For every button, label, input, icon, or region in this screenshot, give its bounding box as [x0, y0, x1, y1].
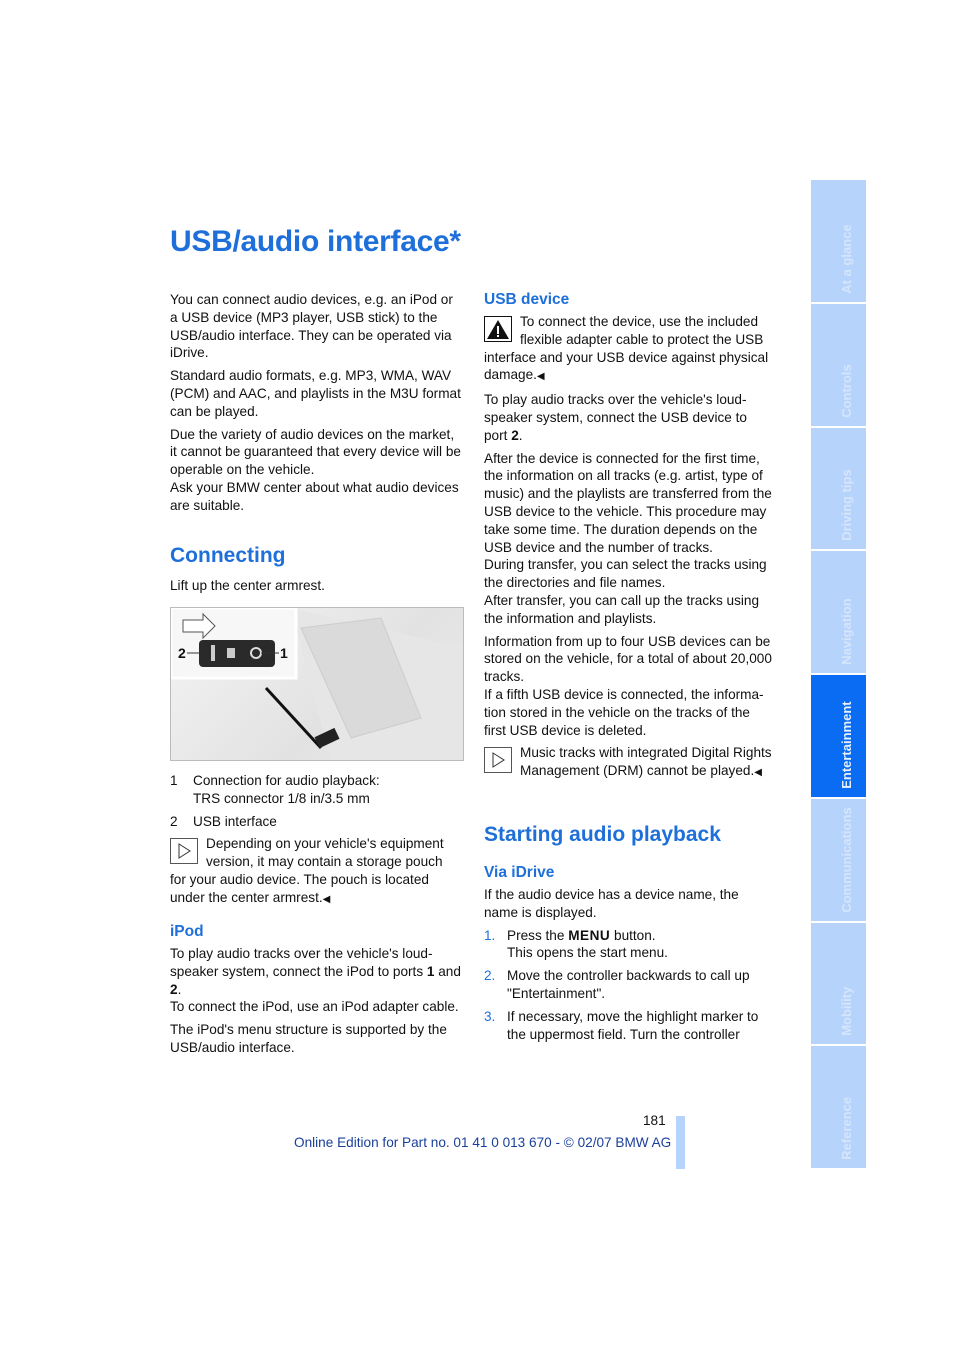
page-number: 181	[643, 1113, 666, 1128]
tab-label: Mobility	[838, 987, 854, 1037]
ipod-section: To play audio tracks over the vehicle's …	[170, 945, 462, 1062]
text: and	[434, 963, 461, 979]
note-text: Depending on your vehicle's equipment ve…	[170, 836, 444, 905]
tab-label: Driving tips	[838, 469, 854, 542]
tab-navigation[interactable]: Navigation	[811, 551, 866, 673]
usb-paragraph: Information from up to four USB devices …	[484, 633, 772, 685]
title-asterisk: *	[449, 225, 461, 258]
warning-icon	[484, 316, 512, 342]
usb-paragraph: To play audio tracks over the vehicle's …	[484, 391, 774, 444]
armrest-connector-figure: 2 1	[170, 607, 464, 761]
title-text: USB/audio interface	[170, 225, 450, 258]
tab-entertainment[interactable]: Entertainment	[811, 675, 866, 797]
legend-line: TRS connector 1/8 in/3.5 mm	[193, 790, 370, 806]
note-box: Music tracks with integrated Digital Rig…	[484, 744, 774, 782]
text: To play audio tracks over the vehicle's …	[170, 946, 433, 979]
end-mark-icon: ◀	[322, 893, 331, 905]
text: Press the	[507, 927, 569, 943]
tab-at-a-glance[interactable]: At a glance	[811, 180, 866, 302]
tab-label: Navigation	[838, 598, 854, 665]
usb-paragraph: After transfer, you can call up the trac…	[484, 592, 760, 626]
port-number: 2	[170, 981, 178, 997]
tab-label: Reference	[838, 1097, 854, 1160]
legend-text: Connection for audio playback: TRS connec…	[193, 772, 380, 808]
usb-paragraph: After the device is connected for the fi…	[484, 450, 772, 555]
port-number: 2	[511, 427, 519, 443]
legend-number: 1	[170, 773, 178, 788]
warning-text: To connect the device, use the included …	[484, 314, 769, 383]
step-item: 3. If necessary, move the highlight marke…	[484, 1008, 774, 1044]
intro-paragraph: Standard audio formats, e.g. MP3, WMA, W…	[170, 368, 461, 419]
page-marker	[676, 1116, 685, 1169]
connecting-legend: 1 Connection for audio playback: TRS conn…	[170, 772, 462, 909]
step-item: 1. Press the MENU button. This opens the s…	[484, 927, 774, 963]
text: button.	[610, 927, 656, 943]
heading-starting-playback: Starting audio playback	[484, 823, 721, 846]
figure-label-1: 1	[280, 645, 288, 661]
armrest-illustration	[171, 608, 463, 760]
ipod-paragraph: The iPod's menu structure is supported b…	[170, 1022, 447, 1055]
left-column: You can connect audio devices, e.g. an i…	[170, 291, 462, 520]
step-number: 1.	[484, 927, 496, 943]
tab-communications[interactable]: Communications	[811, 798, 866, 921]
usb-section: To connect the device, use the included …	[484, 313, 774, 782]
tab-driving-tips[interactable]: Driving tips	[811, 427, 866, 550]
step-item: 2. Move the controller backwards to call …	[484, 967, 774, 1003]
figure-label-2: 2	[178, 645, 186, 661]
connecting-text: Lift up the center armrest.	[170, 578, 325, 593]
menu-button-label: MENU	[568, 927, 611, 943]
heading-ipod: iPod	[170, 923, 204, 940]
end-mark-icon: ◀	[754, 767, 762, 779]
triangle-right-icon	[170, 838, 198, 865]
page-title: USB/audio interface*	[170, 222, 461, 262]
tab-reference[interactable]: Reference	[811, 1046, 866, 1168]
note-text: Music tracks with integrated Digital Rig…	[520, 745, 772, 779]
chapter-tabs: At a glance Controls Driving tips Naviga…	[811, 180, 866, 1168]
heading-via-idrive: Via iDrive	[484, 864, 555, 881]
intro-paragraph: You can connect audio devices, e.g. an i…	[170, 292, 453, 361]
text: This opens the start menu.	[507, 945, 668, 961]
step-text: If necessary, move the highlight marker …	[507, 1008, 759, 1042]
heading-connecting: Connecting	[170, 544, 286, 567]
text: .	[518, 427, 523, 443]
step-text: Move the controller backwards to call up…	[507, 968, 750, 1001]
warning-box: To connect the device, use the included …	[484, 313, 774, 386]
step-text: Press the MENU button. This opens the sta…	[507, 927, 668, 963]
legend-line: Connection for audio playback:	[193, 773, 380, 788]
tab-label: Controls	[838, 364, 854, 418]
ipod-paragraph: To connect the iPod, use an iPod adapter…	[170, 999, 459, 1015]
intro-paragraph: Ask your BMW center about what audio dev…	[170, 479, 459, 513]
legend-text: USB interface	[193, 813, 277, 829]
legend-item: 1 Connection for audio playback: TRS conn…	[170, 772, 462, 808]
heading-usb-device: USB device	[484, 291, 570, 308]
ipod-paragraph: To play audio tracks over the vehicle's …	[170, 945, 462, 998]
playback-intro: If the audio device has a device name, t…	[484, 887, 739, 920]
tab-label: Communications	[838, 807, 854, 913]
legend-number: 2	[170, 813, 178, 829]
tab-mobility[interactable]: Mobility	[811, 922, 866, 1045]
footer-text: Online Edition for Part no. 01 41 0 013 …	[294, 1135, 672, 1150]
note-box: Depending on your vehicle's equipment ve…	[170, 835, 462, 908]
text: .	[177, 981, 182, 997]
tab-label: At a glance	[838, 224, 854, 294]
playback-section: If the audio device has a device name, t…	[484, 886, 774, 1048]
triangle-right-icon	[484, 747, 512, 774]
intro-paragraph: Due the variety of audio devices on the …	[170, 426, 461, 478]
steps-list: 1. Press the MENU button. This opens the s…	[484, 927, 774, 1044]
usb-paragraph: During transfer, you can select the trac…	[484, 557, 767, 591]
text: To play audio tracks over the vehicle's …	[484, 392, 747, 443]
step-number: 2.	[484, 968, 496, 984]
usb-paragraph: If a fifth USB device is connected, the …	[484, 686, 764, 738]
step-number: 3.	[484, 1008, 496, 1024]
legend-item: 2 USB interface	[170, 813, 462, 831]
tab-controls[interactable]: Controls	[811, 303, 866, 426]
end-mark-icon: ◀	[536, 371, 545, 383]
tab-label: Entertainment	[838, 701, 854, 789]
